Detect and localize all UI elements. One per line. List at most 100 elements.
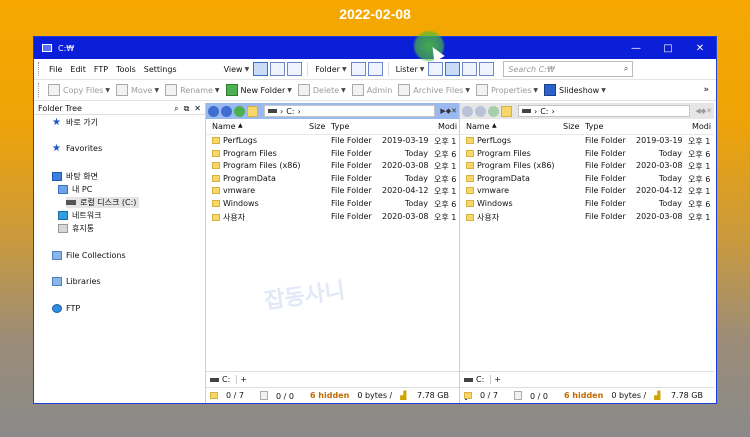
col-size[interactable]: Size (309, 122, 325, 131)
move-button[interactable]: Move ▼ (113, 84, 162, 96)
view-details-icon[interactable] (253, 62, 269, 76)
tree-item-this-pc[interactable]: 내 PC (58, 184, 92, 195)
menu-edit[interactable]: Edit (66, 65, 90, 74)
tree-item-ftp[interactable]: FTP (52, 304, 80, 313)
col-modified[interactable]: Modi (438, 122, 457, 131)
file-row[interactable]: vmware File Folder 2020-04-12 오후 1 (206, 185, 459, 198)
back-icon[interactable] (462, 105, 473, 117)
folder-tree-icon[interactable] (350, 62, 366, 76)
folder-icon[interactable] (247, 105, 258, 117)
folder-icon[interactable] (501, 105, 512, 117)
menu-ftp[interactable]: FTP (90, 65, 112, 74)
properties-button[interactable]: Properties ▼ (473, 84, 541, 96)
file-type: File Folder (585, 161, 626, 171)
close-button[interactable]: ✕ (684, 37, 716, 59)
file-row[interactable]: Program Files File Folder Today 오후 6 (206, 148, 459, 161)
col-modified[interactable]: Modi (692, 122, 711, 131)
tree-item-libraries[interactable]: Libraries (52, 277, 101, 286)
slideshow-button[interactable]: Slideshow ▼ (541, 84, 609, 96)
lister-dual-icon[interactable] (445, 62, 461, 76)
file-type: File Folder (585, 148, 626, 158)
tree-close-icon[interactable]: ✕ (194, 104, 201, 114)
tree-item-recycle-bin[interactable]: 휴지통 (58, 223, 94, 234)
title-bar[interactable]: C:₩ — □ ✕ (34, 37, 716, 59)
view-list-icon[interactable] (270, 62, 286, 76)
file-date: 2020-03-08 (636, 211, 683, 221)
file-row[interactable]: Windows File Folder Today 오후 6 (460, 198, 714, 211)
toolbar-grip (38, 62, 41, 76)
delete-button[interactable]: Delete ▼ (295, 84, 349, 96)
add-tab-button[interactable]: + (490, 375, 501, 384)
rename-button[interactable]: Rename ▼ (162, 84, 222, 96)
tree-search-icon[interactable]: ⌕ (174, 104, 178, 114)
lister-horizontal-icon[interactable] (479, 62, 495, 76)
view-menu-button[interactable]: View ▼ (221, 65, 253, 74)
archive-files-button[interactable]: Archive Files ▼ (395, 84, 473, 96)
col-type[interactable]: Type (331, 122, 349, 131)
folder-menu-button[interactable]: Folder ▼ (312, 65, 349, 74)
file-row[interactable]: Program Files (x86) File Folder 2020-03-08… (206, 160, 459, 173)
file-date: Today (658, 173, 682, 183)
add-tab-button[interactable]: + (236, 375, 247, 384)
tree-item-desktop[interactable]: 바탕 화면 (52, 171, 98, 182)
folder-pane-icon[interactable] (367, 62, 383, 76)
lister-single-icon[interactable] (428, 62, 444, 76)
forward-icon[interactable] (475, 105, 486, 117)
tree-item-network[interactable]: 네트워크 (58, 210, 101, 221)
file-row[interactable]: vmware File Folder 2020-04-12 오후 1 (460, 185, 714, 198)
tree-item-favorites[interactable]: ★ Favorites (52, 144, 102, 154)
up-icon[interactable] (488, 105, 499, 117)
path-bar-controls-icon[interactable]: ◀◆✕ (695, 107, 712, 115)
tree-item-quick-access[interactable]: ★ 바로 가기 (52, 117, 98, 128)
file-row[interactable]: PerfLogs File Folder 2019-03-19 오후 1 (206, 135, 459, 148)
tree-item-file-collections[interactable]: File Collections (52, 251, 126, 260)
back-icon[interactable] (208, 105, 219, 117)
date-banner: 2022-02-08 (339, 6, 411, 22)
file-row[interactable]: 사용자 File Folder 2020-03-08 오후 1 (206, 211, 459, 224)
minimize-button[interactable]: — (620, 37, 652, 59)
tree-pin-icon[interactable]: ⧉ (184, 104, 190, 114)
file-row[interactable]: Program Files File Folder Today 오후 6 (460, 148, 714, 161)
menu-settings[interactable]: Settings (140, 65, 181, 74)
lister-split-icon[interactable] (462, 62, 478, 76)
admin-button[interactable]: Admin (349, 84, 396, 96)
col-name[interactable]: Name (212, 122, 236, 131)
file-row[interactable]: Windows File Folder Today 오후 6 (206, 198, 459, 211)
lister-menu-button[interactable]: Lister ▼ (393, 65, 428, 74)
file-icon (513, 390, 522, 400)
path-input-left[interactable]: › C: › (264, 105, 436, 117)
folder-tab[interactable]: C: (222, 375, 230, 384)
folder-icon (464, 392, 472, 399)
search-box[interactable]: Search C:₩ ⌕ (503, 61, 634, 77)
recycle-bin-icon (58, 224, 68, 233)
tree-item-local-disk[interactable]: 로컬 디스크 (C:) (66, 197, 140, 208)
file-row[interactable]: ProgramData File Folder Today 오후 6 (206, 173, 459, 186)
menu-file[interactable]: File (45, 65, 66, 74)
maximize-button[interactable]: □ (652, 37, 684, 59)
status-hidden[interactable]: 6 hidden (564, 391, 603, 400)
folder-tab[interactable]: C: (476, 375, 484, 384)
new-folder-button[interactable]: New Folder ▼ (223, 84, 295, 96)
col-size[interactable]: Size (563, 122, 579, 131)
menu-tools[interactable]: Tools (112, 65, 140, 74)
status-hidden[interactable]: 6 hidden (310, 391, 349, 400)
file-row[interactable]: PerfLogs File Folder 2019-03-19 오후 1 (460, 135, 714, 148)
col-type[interactable]: Type (585, 122, 603, 131)
file-row[interactable]: 사용자 File Folder 2020-03-08 오후 1 (460, 211, 714, 224)
file-row[interactable]: Program Files (x86) File Folder 2020-03-08… (460, 160, 714, 173)
view-thumbnail-icon[interactable] (287, 62, 303, 76)
folder-icon (466, 213, 474, 221)
col-name[interactable]: Name (466, 122, 490, 131)
toolbar-overflow-button[interactable]: » (700, 85, 712, 95)
forward-icon[interactable] (221, 105, 232, 117)
app-icon (42, 44, 52, 52)
properties-icon (475, 84, 488, 96)
copy-files-button[interactable]: Copy Files ▼ (45, 84, 113, 96)
up-icon[interactable] (234, 105, 245, 117)
path-bar-controls-icon[interactable]: ▶◆✕ (440, 107, 457, 115)
file-time: 오후 1 (688, 212, 711, 222)
search-input[interactable]: Search C:₩ (508, 65, 554, 74)
path-input-right[interactable]: › C: › (518, 105, 691, 117)
search-icon[interactable]: ⌕ (624, 64, 628, 74)
file-row[interactable]: ProgramData File Folder Today 오후 6 (460, 173, 714, 186)
